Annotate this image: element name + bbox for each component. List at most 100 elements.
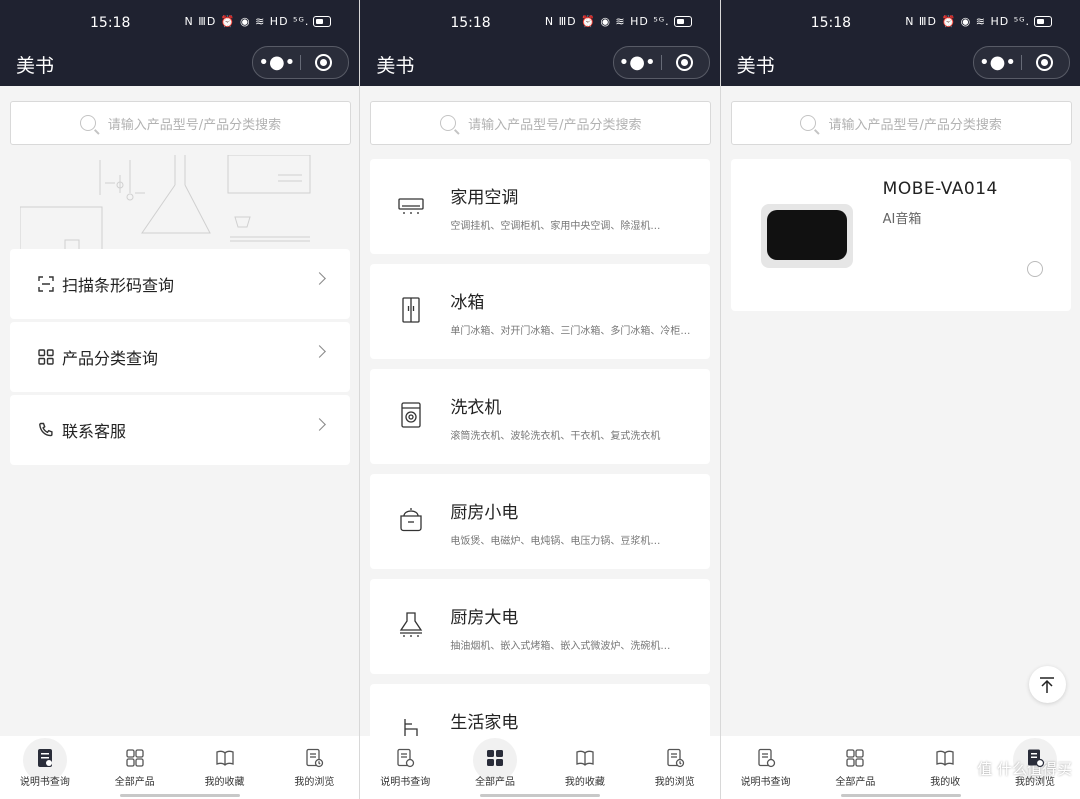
- menu-label: 联系客服: [62, 422, 127, 441]
- tab-label: 全部产品: [835, 777, 876, 788]
- miniprogram-capsule: •●•: [612, 46, 710, 79]
- miniprogram-capsule: •●•: [972, 46, 1070, 79]
- search-placeholder: 请输入产品型号/产品分类搜索: [107, 117, 282, 133]
- menu-category-query[interactable]: 产品分类查询: [10, 322, 350, 392]
- menu-contact-service[interactable]: 联系客服: [10, 395, 350, 465]
- category-title: 冰箱: [450, 293, 485, 313]
- back-to-top-button[interactable]: [1028, 666, 1066, 703]
- brand-logo-icon: [1026, 261, 1043, 277]
- tab-bar: 说明书查询 全部产品 我的收 我的浏览: [720, 736, 1080, 799]
- manual-icon: [397, 748, 415, 768]
- grid-icon: [846, 749, 865, 767]
- search-input[interactable]: 请输入产品型号/产品分类搜索: [370, 101, 712, 145]
- search-input[interactable]: 请输入产品型号/产品分类搜索: [730, 101, 1072, 145]
- phone-screen-product-result: 15:18 N ⅢD ⏰ ◉ ≋ HD ⁵ᴳ. 美书 •●• 请输入产品型号/产…: [720, 0, 1080, 799]
- status-time: 15:18: [90, 15, 131, 31]
- category-card-washing-machine[interactable]: 洗衣机 滚筒洗衣机、波轮洗衣机、干衣机、复式洗衣机: [370, 369, 711, 464]
- category-card-fridge[interactable]: 冰箱 单门冰箱、对开门冰箱、三门冰箱、多门冰箱、冷柜…: [370, 264, 711, 359]
- status-bar: 15:18 N ⅢD ⏰ ◉ ≋ HD ⁵ᴳ.: [360, 0, 719, 44]
- tab-manual-query[interactable]: 说明书查询: [0, 736, 90, 799]
- status-bar: 15:18 N ⅢD ⏰ ◉ ≋ HD ⁵ᴳ.: [0, 0, 359, 44]
- menu-label: 扫描条形码查询: [62, 276, 175, 295]
- tab-manual-query[interactable]: 说明书查询: [360, 736, 450, 799]
- home-indicator: [120, 794, 240, 797]
- tab-manual-query[interactable]: 说明书查询: [721, 736, 811, 799]
- air-conditioner-icon: [398, 198, 424, 214]
- category-card-kitchen-large[interactable]: 厨房大电 抽油烟机、嵌入式烤箱、嵌入式微波炉、洗碗机…: [370, 579, 711, 674]
- product-type: AI音箱: [882, 212, 922, 227]
- chevron-right-icon: [313, 418, 326, 431]
- close-target-icon[interactable]: [675, 54, 693, 71]
- status-icons: N ⅢD ⏰ ◉ ≋ HD ⁵ᴳ.: [905, 15, 1052, 28]
- tab-label: 说明书查询: [19, 777, 70, 788]
- product-image: [760, 204, 853, 268]
- category-subtitle: 抽油烟机、嵌入式烤箱、嵌入式微波炉、洗碗机…: [450, 641, 671, 652]
- grid-icon: [487, 750, 504, 766]
- grid-icon: [126, 749, 144, 767]
- tab-all-products[interactable]: 全部产品: [90, 736, 180, 799]
- category-subtitle: 电饭煲、电磁炉、电炖锅、电压力锅、豆浆机…: [450, 536, 661, 547]
- tab-my-history[interactable]: 我的浏览: [269, 736, 359, 799]
- status-icons: N ⅢD ⏰ ◉ ≋ HD ⁵ᴳ.: [545, 15, 692, 28]
- tab-bar: 说明书查询 全部产品 我的收藏 我的浏览: [360, 736, 720, 799]
- book-icon: [215, 750, 234, 766]
- appliance-illustration: [20, 155, 311, 250]
- tab-all-products[interactable]: 全部产品: [810, 736, 900, 799]
- tab-label: 说明书查询: [740, 777, 791, 788]
- close-target-icon[interactable]: [1035, 54, 1053, 71]
- more-icon[interactable]: •●•: [614, 47, 661, 78]
- more-icon[interactable]: •●•: [974, 47, 1021, 78]
- product-card[interactable]: MOBE-VA014 AI音箱: [730, 159, 1071, 311]
- range-hood-icon: [400, 612, 423, 637]
- tab-label: 我的收藏: [564, 777, 605, 788]
- tab-my-favorites[interactable]: 我的收藏: [180, 736, 270, 799]
- scan-icon: [38, 276, 54, 292]
- phone-icon: [38, 422, 54, 438]
- close-target-icon[interactable]: [315, 54, 333, 71]
- history-icon: [667, 748, 684, 768]
- tab-label: 我的收: [930, 777, 961, 788]
- category-card-air-conditioner[interactable]: 家用空调 空调挂机、空调柜机、家用中央空调、除湿机…: [370, 159, 711, 254]
- product-model: MOBE-VA014: [882, 179, 998, 199]
- capsule-divider: [1020, 55, 1022, 70]
- rice-cooker-icon: [400, 508, 422, 532]
- history-icon: [306, 748, 324, 768]
- chevron-right-icon: [313, 272, 326, 285]
- status-time: 15:18: [810, 15, 852, 31]
- category-subtitle: 滚筒洗衣机、波轮洗衣机、干衣机、复式洗衣机: [450, 431, 661, 442]
- battery-icon: [313, 16, 332, 27]
- menu-scan-barcode[interactable]: 扫描条形码查询: [10, 249, 350, 319]
- category-title: 家用空调: [450, 188, 519, 208]
- tab-label: 我的收藏: [204, 777, 245, 788]
- category-subtitle: 单门冰箱、对开门冰箱、三门冰箱、多门冰箱、冷柜…: [450, 326, 691, 337]
- search-input[interactable]: 请输入产品型号/产品分类搜索: [10, 101, 351, 145]
- search-placeholder: 请输入产品型号/产品分类搜索: [828, 117, 1002, 133]
- tab-label: 我的浏览: [654, 777, 695, 788]
- book-icon: [936, 750, 954, 766]
- search-placeholder: 请输入产品型号/产品分类搜索: [468, 117, 642, 133]
- screenshot-collage: 15:18 N ⅢD ⏰ ◉ ≋ HD ⁵ᴳ. 美书 •●• 请输入产品型号/产…: [0, 0, 1080, 799]
- category-subtitle: 空调挂机、空调柜机、家用中央空调、除湿机…: [450, 221, 661, 232]
- app-title: 美书: [736, 55, 775, 77]
- phone-screen-categories: 15:18 N ⅢD ⏰ ◉ ≋ HD ⁵ᴳ. 美书 •●• 请输入产品型号/产…: [360, 0, 720, 799]
- status-icons: N ⅢD ⏰ ◉ ≋ HD ⁵ᴳ.: [185, 15, 332, 28]
- manual-icon: [37, 749, 52, 767]
- tab-label: 我的浏览: [1015, 777, 1056, 788]
- tab-all-products[interactable]: 全部产品: [450, 736, 540, 799]
- more-icon[interactable]: •●•: [253, 47, 300, 78]
- category-card-kitchen-small[interactable]: 厨房小电 电饭煲、电磁炉、电炖锅、电压力锅、豆浆机…: [370, 474, 711, 569]
- miniprogram-capsule: •●•: [252, 46, 350, 79]
- tab-my-history[interactable]: 我的浏览: [630, 736, 720, 799]
- capsule-divider: [660, 55, 662, 70]
- manual-icon: [757, 748, 775, 768]
- app-title: 美书: [376, 55, 415, 77]
- status-indicators: N ⅢD ⏰ ◉ ≋ HD ⁵ᴳ.: [905, 15, 1030, 28]
- tab-my-favorites[interactable]: 我的收藏: [540, 736, 630, 799]
- search-icon: [800, 115, 817, 131]
- phone-screen-home: 15:18 N ⅢD ⏰ ◉ ≋ HD ⁵ᴳ. 美书 •●• 请输入产品型号/产…: [0, 0, 360, 799]
- tab-label: 全部产品: [475, 777, 516, 788]
- history-icon: [1028, 749, 1045, 768]
- tab-label: 说明书查询: [380, 777, 431, 788]
- header: 15:18 N ⅢD ⏰ ◉ ≋ HD ⁵ᴳ. 美书 •●•: [720, 0, 1080, 86]
- status-time: 15:18: [450, 15, 491, 31]
